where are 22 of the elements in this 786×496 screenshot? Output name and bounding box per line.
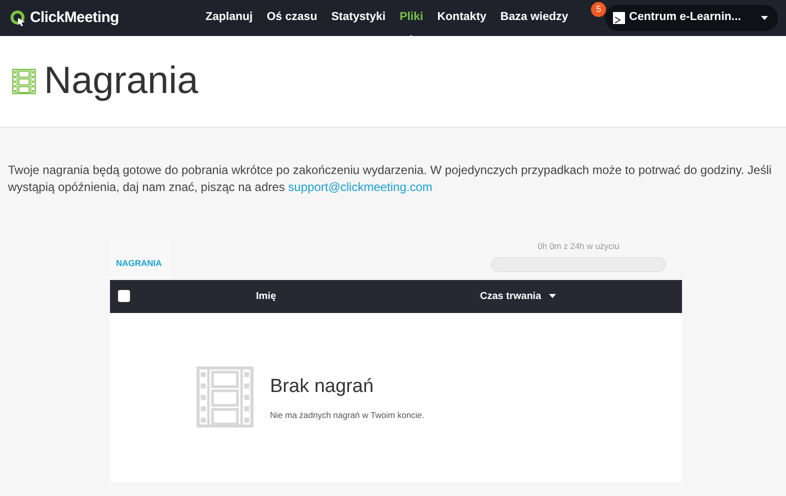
empty-text: Nie ma żadnych nagrań w Twoim koncie. xyxy=(270,409,424,422)
page-title: Nagrania xyxy=(44,58,198,104)
nav-link[interactable]: Baza wiedzy xyxy=(495,9,574,27)
select-all-checkbox[interactable] xyxy=(118,290,130,302)
empty-title: Brak nagrań xyxy=(270,374,375,399)
nav-link[interactable]: Pliki xyxy=(394,9,428,27)
nav-link[interactable]: Oś czasu xyxy=(262,9,322,27)
account-menu[interactable]: Centrum e-Learnin... xyxy=(605,5,778,31)
nav-link[interactable]: Zaplanuj xyxy=(200,9,258,27)
logo-icon xyxy=(10,10,26,26)
nav-link[interactable]: Statystyki xyxy=(326,9,391,27)
film-icon xyxy=(12,68,36,95)
column-header[interactable]: Czas trwania xyxy=(480,288,542,304)
caret-icon xyxy=(761,16,768,20)
film-icon xyxy=(196,364,254,430)
info-text: Twoje nagrania będą gotowe do pobrania wkrótce po zakończeniu wydarzenia. W pojedynczych przypadkach może to potrwać do godziny. Jeśli wystąpią opóźnienia, daj nam znać, pisząc na adres support@clickmeeting.com xyxy=(7,162,773,196)
brand-name: ClickMeeting xyxy=(30,8,119,28)
usage-label: 0h 0m z 24h w użyciu xyxy=(538,240,620,253)
avatar-icon xyxy=(613,12,626,24)
nav-link[interactable]: Kontakty xyxy=(432,9,492,27)
column-header[interactable]: Imię xyxy=(256,288,276,304)
notification-badge: 5 xyxy=(591,2,606,17)
